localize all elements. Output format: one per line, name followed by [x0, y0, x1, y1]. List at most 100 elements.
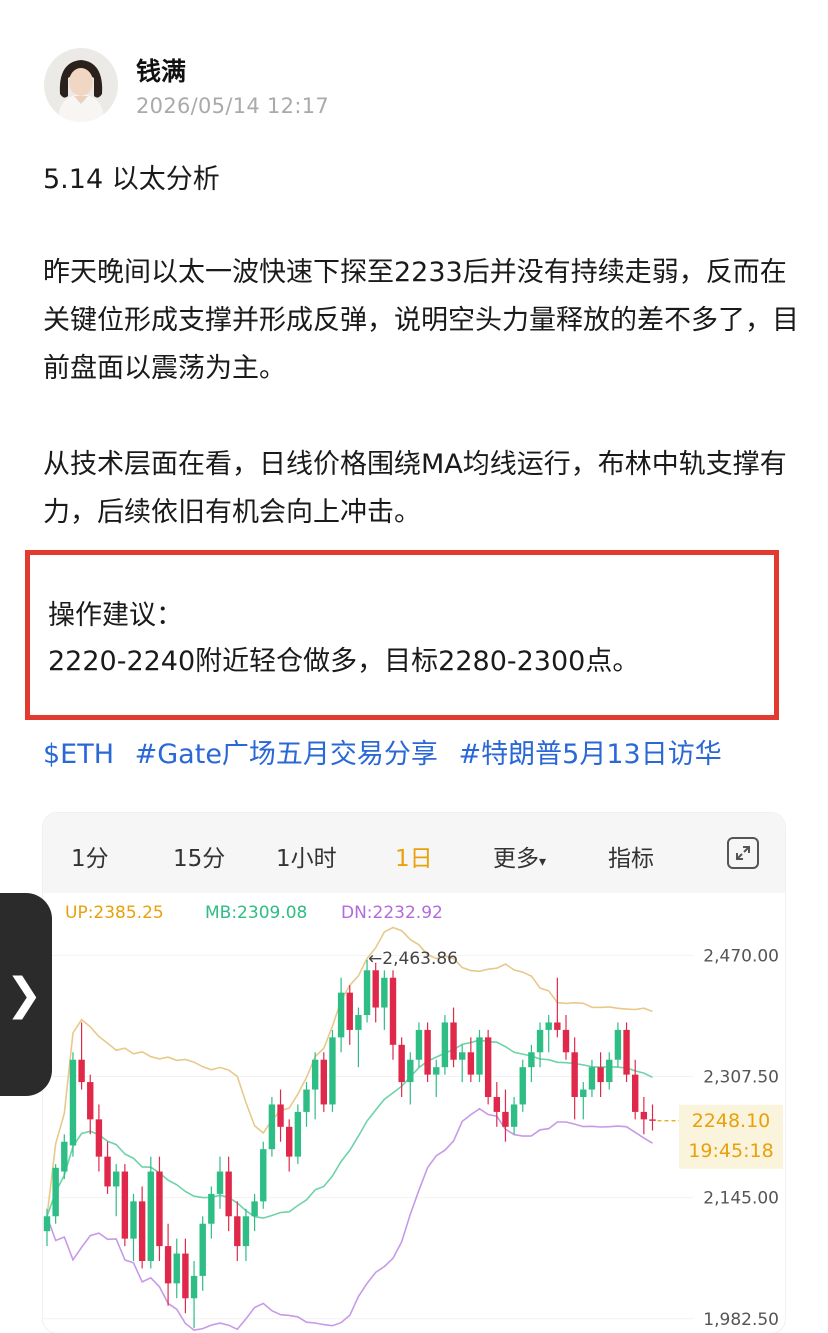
- candle: [355, 1007, 362, 1068]
- candle: [372, 962, 379, 1023]
- post-timestamp: 2026/05/14 12:17: [136, 94, 330, 118]
- candle-body: [649, 1119, 656, 1121]
- candle: [164, 1223, 172, 1306]
- tag-list: $ETH #Gate广场五月交易分享 #特朗普5月13日访华: [43, 732, 734, 771]
- candle: [424, 1022, 431, 1083]
- candle-body: [467, 1052, 475, 1075]
- candle-body: [484, 1037, 492, 1097]
- candle-body: [208, 1193, 215, 1224]
- candle-body: [173, 1253, 180, 1284]
- candle-body: [147, 1171, 154, 1261]
- candle-body: [441, 1022, 449, 1068]
- candle: [632, 1059, 639, 1120]
- candle: [294, 1104, 302, 1165]
- candle: [199, 1216, 206, 1291]
- candle-body: [61, 1141, 68, 1172]
- boll-lower-line: [46, 1107, 653, 1332]
- candle-body: [156, 1171, 163, 1247]
- candle-body: [164, 1246, 172, 1284]
- candle-body: [104, 1156, 111, 1187]
- candle-body: [225, 1171, 232, 1217]
- candle: [545, 1015, 552, 1053]
- candle-body: [632, 1074, 639, 1112]
- author-name[interactable]: 钱满: [136, 52, 186, 88]
- candle-body: [294, 1111, 302, 1157]
- candle-body: [536, 1029, 544, 1053]
- candle: [346, 985, 353, 1045]
- candle: [173, 1238, 180, 1299]
- price-axis-label: 2,470.00: [703, 946, 779, 966]
- candle-body: [355, 1015, 362, 1030]
- tag-eth[interactable]: $ETH: [43, 739, 114, 770]
- candle-body: [502, 1111, 509, 1127]
- candle: [467, 1037, 475, 1083]
- candle-body: [433, 1067, 440, 1075]
- candle: [78, 1022, 85, 1090]
- advice-body: 2220-2240附近轻仓做多，目标2280-2300点。: [48, 646, 640, 677]
- candle-body: [43, 1216, 51, 1232]
- candle-body: [623, 1029, 630, 1075]
- candle: [234, 1201, 241, 1261]
- candle-body: [562, 1029, 570, 1053]
- candle: [640, 1097, 648, 1135]
- candle: [95, 1104, 103, 1172]
- candle: [286, 1119, 293, 1172]
- candle-body: [614, 1029, 622, 1060]
- candle-body: [363, 970, 371, 1015]
- side-expand-tab[interactable]: ❯: [0, 893, 52, 1096]
- avatar[interactable]: [44, 48, 118, 122]
- candle: [329, 1029, 336, 1112]
- candle-body: [52, 1167, 59, 1217]
- candle: [433, 1059, 440, 1097]
- candle-body: [571, 1052, 578, 1097]
- candle-body: [277, 1104, 284, 1127]
- kline-chart[interactable]: 2,470.00 2,307.50 2,145.00 1,982.50 ←2,463.8…: [43, 813, 785, 1333]
- candle: [113, 1164, 120, 1217]
- candle: [614, 1022, 622, 1068]
- candle: [147, 1156, 154, 1269]
- candle-body: [286, 1126, 293, 1157]
- candle: [606, 1052, 613, 1090]
- candle-body: [268, 1104, 276, 1150]
- candle-body: [113, 1171, 120, 1187]
- candle-body: [199, 1223, 206, 1276]
- candle: [190, 1261, 198, 1329]
- candle: [562, 1015, 570, 1060]
- candle: [311, 1052, 319, 1120]
- candle: [623, 1022, 630, 1083]
- candle: [441, 1015, 449, 1075]
- high-price-marker: ←2,463.86: [368, 949, 458, 969]
- candle: [69, 1052, 77, 1157]
- candle: [130, 1193, 137, 1261]
- candle-body: [476, 1037, 483, 1075]
- candle-body: [242, 1216, 250, 1247]
- candle: [337, 977, 345, 1053]
- candle-body: [372, 970, 379, 1008]
- candle: [649, 1104, 656, 1131]
- candle-body: [415, 1029, 423, 1060]
- candle-body: [138, 1201, 146, 1261]
- candle-body: [69, 1059, 77, 1146]
- candle: [268, 1097, 276, 1157]
- candle: [242, 1208, 250, 1261]
- candle: [363, 959, 371, 1023]
- tag-trump-visit[interactable]: #特朗普5月13日访华: [459, 739, 722, 770]
- candle: [87, 1074, 94, 1135]
- candle: [260, 1141, 267, 1209]
- candle: [389, 970, 397, 1060]
- candle-body: [329, 1037, 336, 1105]
- candle-body: [389, 977, 397, 1045]
- candle-body: [459, 1052, 466, 1060]
- candle: [510, 1097, 518, 1135]
- post-title: 5.14 以太分析: [43, 164, 220, 195]
- candle-body: [234, 1216, 241, 1247]
- candle-body: [450, 1022, 457, 1060]
- candle: [407, 1052, 414, 1105]
- candle: [52, 1164, 59, 1224]
- candle: [484, 1029, 492, 1105]
- candle: [208, 1186, 215, 1239]
- tag-gate-square[interactable]: #Gate广场五月交易分享: [135, 739, 438, 770]
- candle: [216, 1156, 224, 1209]
- candle-countdown-label: 19:45:18: [688, 1140, 773, 1162]
- candle-body: [346, 992, 353, 1030]
